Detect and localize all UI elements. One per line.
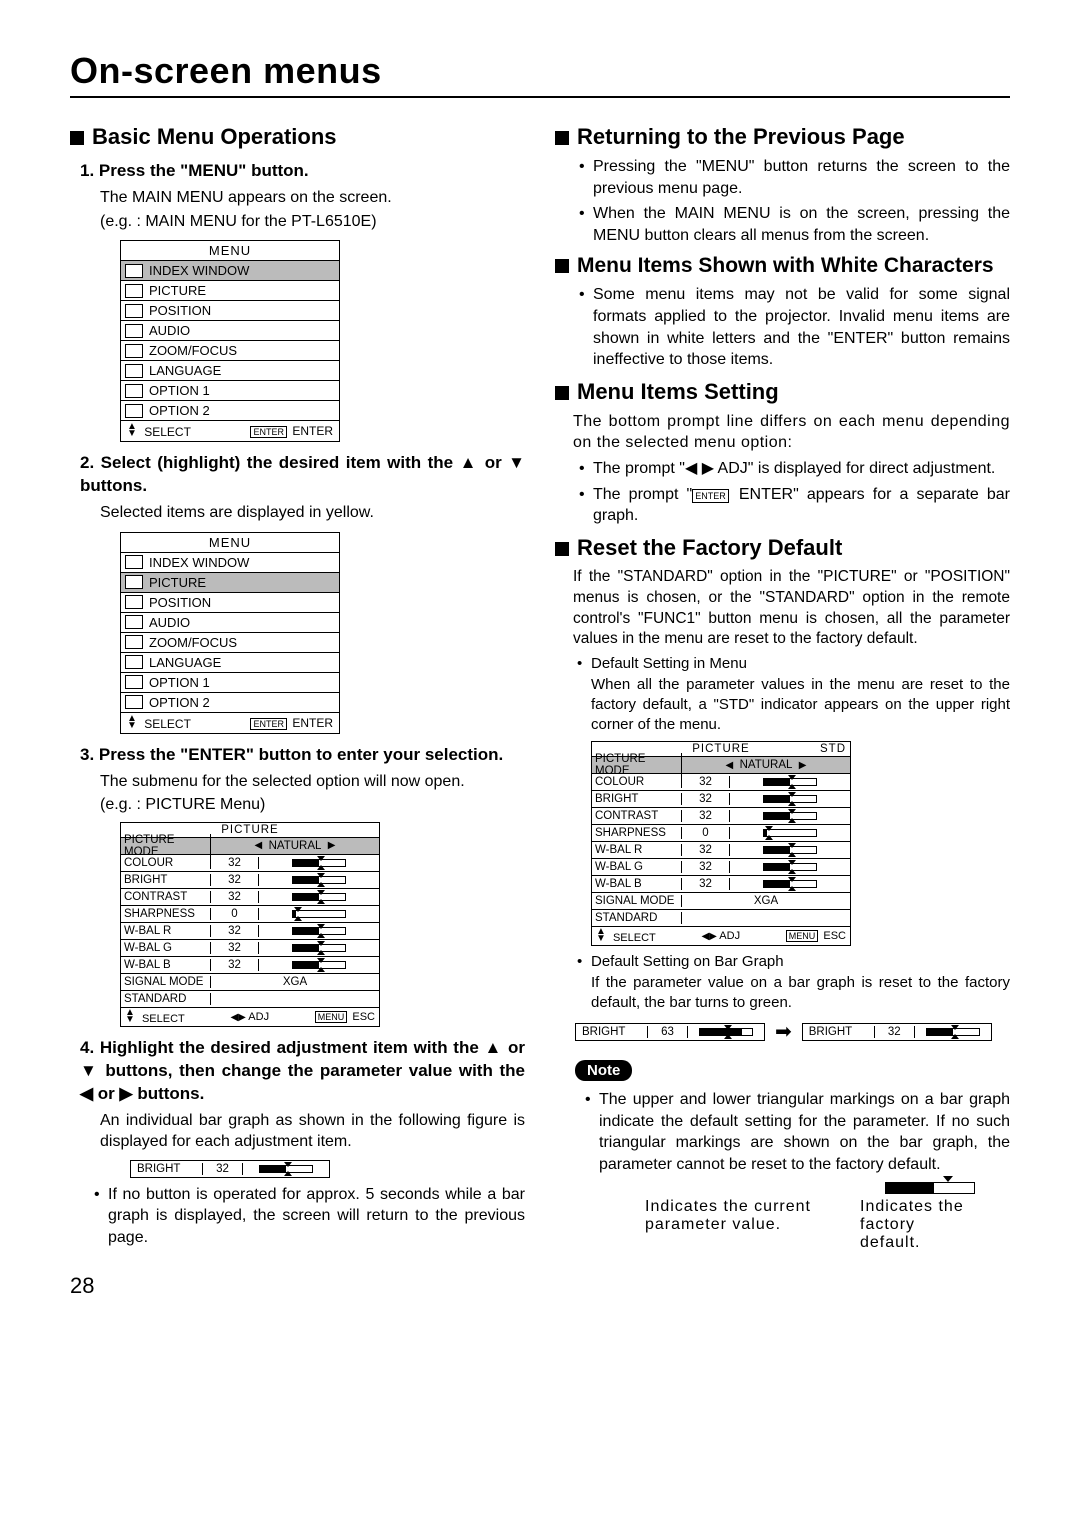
menu-item-icon: [125, 344, 143, 358]
step3-title: 3. Press the "ENTER" button to enter you…: [80, 744, 525, 767]
white-b1: Some menu items may not be valid for som…: [579, 284, 1010, 370]
menu-item-icon: [125, 615, 143, 629]
menu-item-icon: [125, 264, 143, 278]
menu-item: ZOOM/FOCUS: [121, 341, 339, 361]
reset-b2: Default Setting on Bar Graph If the para…: [577, 952, 1010, 1013]
menu-item: OPTION 1: [121, 673, 339, 693]
menu-item: PICTURE: [121, 573, 339, 593]
menu-item-icon: [125, 655, 143, 669]
step3-body2: (e.g. : PICTURE Menu): [100, 794, 525, 816]
step4-bullets: If no button is operated for approx. 5 s…: [94, 1184, 525, 1249]
menu-item-icon: [125, 324, 143, 338]
diagram-label-left: Indicates the current parameter value.: [645, 1198, 820, 1252]
bar-before: BRIGHT 63: [575, 1023, 765, 1041]
arrow-right-icon: ➡: [775, 1019, 792, 1044]
menu-item-icon: [125, 384, 143, 398]
menu-item: POSITION: [121, 593, 339, 613]
step1-title: 1. Press the "MENU" button.: [80, 160, 525, 183]
step1-body1: The MAIN MENU appears on the screen.: [100, 187, 525, 209]
bright-bar-single: BRIGHT 32: [130, 1160, 330, 1178]
picture-menu-table-2: PICTURESTDPICTURE MODE◀ NATURAL ▶COLOUR3…: [591, 741, 851, 946]
reset-body: If the "STANDARD" option in the "PICTURE…: [573, 567, 1010, 651]
menu-item-icon: [125, 695, 143, 709]
title-rule: [70, 96, 1010, 98]
menu-item: OPTION 1: [121, 381, 339, 401]
reset-sub-2: Default Setting on Bar Graph If the para…: [577, 952, 1010, 1013]
heading-basic-menu: Basic Menu Operations: [70, 124, 525, 150]
reset-b1: Default Setting in Menu When all the par…: [577, 654, 1010, 735]
main-menu-table-2: MENUINDEX WINDOWPICTUREPOSITIONAUDIOZOOM…: [120, 532, 340, 734]
menu-item: PICTURE: [121, 281, 339, 301]
setting-bullets: The prompt "◀ ▶ ADJ" is displayed for di…: [579, 458, 1010, 527]
diagram-label-right: Indicates the factory default.: [860, 1198, 980, 1252]
heading-menu-setting: Menu Items Setting: [555, 379, 1010, 405]
bar-after: BRIGHT 32: [802, 1023, 992, 1041]
step4-title: 4. Highlight the desired adjustment item…: [80, 1037, 525, 1106]
note-label: Note: [575, 1060, 632, 1081]
main-menu-table-1: MENUINDEX WINDOWPICTUREPOSITIONAUDIOZOOM…: [120, 240, 340, 442]
heading-returning: Returning to the Previous Page: [555, 124, 1010, 150]
bar-diagram: [595, 1182, 990, 1198]
menu-item: INDEX WINDOW: [121, 261, 339, 281]
bar-compare: BRIGHT 63 ➡ BRIGHT 32: [575, 1019, 1010, 1044]
setting-body: The bottom prompt line differs on each m…: [573, 411, 1010, 454]
step2-title: 2. Select (highlight) the desired item w…: [80, 452, 525, 498]
white-bullets: Some menu items may not be valid for som…: [579, 284, 1010, 370]
step4-body: An individual bar graph as shown in the …: [100, 1110, 525, 1153]
menu-item-icon: [125, 555, 143, 569]
menu-item: ZOOM/FOCUS: [121, 633, 339, 653]
step3-body1: The submenu for the selected option will…: [100, 771, 525, 793]
menu-item: LANGUAGE: [121, 361, 339, 381]
returning-bullets: Pressing the "MENU" button returns the s…: [579, 156, 1010, 246]
setting-b2: The prompt "ENTER ENTER" appears for a s…: [579, 484, 1010, 527]
right-column: Returning to the Previous Page Pressing …: [555, 116, 1010, 1253]
menu-item-icon: [125, 404, 143, 418]
menu-item: OPTION 2: [121, 401, 339, 421]
enter-icon: ENTER: [692, 489, 729, 503]
note-bullets: The upper and lower triangular markings …: [585, 1089, 1010, 1175]
reset-sub-1: Default Setting in Menu When all the par…: [577, 654, 1010, 735]
menu-item-icon: [125, 595, 143, 609]
menu-item-icon: [125, 364, 143, 378]
menu-item-icon: [125, 675, 143, 689]
menu-item: INDEX WINDOW: [121, 553, 339, 573]
step2-body: Selected items are displayed in yellow.: [100, 502, 525, 524]
menu-item: AUDIO: [121, 321, 339, 341]
menu-item-icon: [125, 635, 143, 649]
note-body: The upper and lower triangular markings …: [585, 1089, 1010, 1175]
step1-body2: (e.g. : MAIN MENU for the PT-L6510E): [100, 211, 525, 233]
menu-item: AUDIO: [121, 613, 339, 633]
heading-white-items: Menu Items Shown with White Characters: [555, 254, 1010, 278]
page-number: 28: [70, 1273, 1010, 1299]
heading-reset: Reset the Factory Default: [555, 535, 1010, 561]
returning-b2: When the MAIN MENU is on the screen, pre…: [579, 203, 1010, 246]
setting-b1: The prompt "◀ ▶ ADJ" is displayed for di…: [579, 458, 1010, 480]
menu-item-icon: [125, 304, 143, 318]
picture-menu-table-1: PICTUREPICTURE MODE◀ NATURAL ▶COLOUR32BR…: [120, 822, 380, 1027]
menu-item-icon: [125, 284, 143, 298]
page-title: On-screen menus: [70, 50, 1010, 92]
menu-item-icon: [125, 575, 143, 589]
menu-item: POSITION: [121, 301, 339, 321]
left-column: Basic Menu Operations 1. Press the "MENU…: [70, 116, 525, 1253]
returning-b1: Pressing the "MENU" button returns the s…: [579, 156, 1010, 199]
menu-item: OPTION 2: [121, 693, 339, 713]
step4-bullet-1: If no button is operated for approx. 5 s…: [94, 1184, 525, 1249]
menu-item: LANGUAGE: [121, 653, 339, 673]
